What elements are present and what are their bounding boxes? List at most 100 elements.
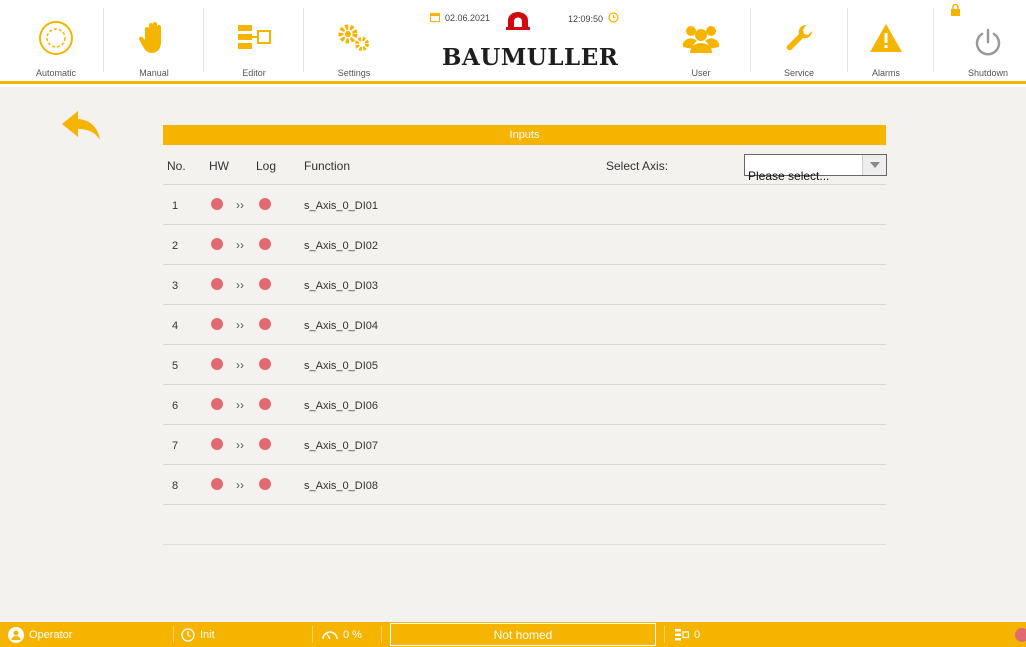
log-status-led <box>259 358 271 370</box>
divider <box>847 8 848 72</box>
double-chevron-icon: ›› <box>236 318 244 332</box>
hw-status-led <box>211 438 223 450</box>
program-count: 0 <box>675 622 700 647</box>
date-text: 02.06.2021 <box>445 13 491 23</box>
lock-icon <box>951 3 960 21</box>
table-header: No. HW Log Function Select Axis: Please … <box>163 145 887 185</box>
function-name: s_Axis_0_DI05 <box>304 360 378 372</box>
table-row-empty <box>163 505 886 545</box>
hw-status-led <box>211 478 223 490</box>
hand-icon <box>134 18 174 58</box>
row-number: 8 <box>172 480 179 492</box>
status-bar: Operator Init 0 % Not homed 0 <box>0 622 1026 647</box>
wrench-icon <box>779 18 819 58</box>
homing-status: Not homed <box>390 623 656 646</box>
axis-select-dropdown[interactable]: Please select... <box>744 154 887 183</box>
editor-icon <box>234 18 274 58</box>
log-status-led <box>259 438 271 450</box>
hw-status-led <box>211 358 223 370</box>
double-chevron-icon: ›› <box>236 238 244 252</box>
table-row: 5 ›› s_Axis_0_DI05 <box>163 345 886 385</box>
table-row: 1 ›› s_Axis_0_DI01 <box>163 185 886 225</box>
manual-label: Manual <box>139 68 169 78</box>
power-icon <box>968 22 1008 62</box>
automatic-icon <box>36 18 76 58</box>
divider <box>664 626 665 643</box>
shutdown-button[interactable]: Shutdown <box>950 0 1026 84</box>
settings-label: Settings <box>337 68 371 78</box>
double-chevron-icon: ›› <box>236 478 244 492</box>
function-name: s_Axis_0_DI06 <box>304 400 378 412</box>
clock-icon <box>608 12 619 25</box>
automatic-button[interactable]: Automatic <box>20 0 92 84</box>
row-number: 3 <box>172 280 179 292</box>
service-button[interactable]: Service <box>763 0 835 84</box>
function-name: s_Axis_0_DI08 <box>304 480 378 492</box>
hw-status-led <box>211 398 223 410</box>
operator-icon <box>8 626 24 643</box>
input-list: 1 ›› s_Axis_0_DI01 2 ›› s_Axis_0_DI02 3 ›› s_Axi… <box>163 185 886 505</box>
operator-status[interactable]: Operator <box>8 622 72 647</box>
time-text: 12:09:50 <box>568 13 604 24</box>
alarms-label: Alarms <box>871 68 900 78</box>
row-number: 1 <box>172 200 179 212</box>
top-toolbar: Automatic Manual Editor Settings 02.06.2… <box>0 0 1026 84</box>
divider <box>381 626 382 643</box>
shutdown-label: Shutdown <box>967 68 1009 78</box>
double-chevron-icon: ›› <box>236 358 244 372</box>
log-status-led <box>259 318 271 330</box>
inputs-panel: Inputs No. HW Log Function Select Axis: … <box>163 125 887 545</box>
log-status-led <box>259 398 271 410</box>
divider <box>203 8 204 72</box>
user-label: User <box>691 68 711 78</box>
table-row: 8 ›› s_Axis_0_DI08 <box>163 465 886 505</box>
warning-icon <box>866 18 906 58</box>
double-chevron-icon: ›› <box>236 438 244 452</box>
table-row: 2 ›› s_Axis_0_DI02 <box>163 225 886 265</box>
editor-label: Editor <box>242 68 266 78</box>
hw-status-led <box>211 238 223 250</box>
hw-status-led <box>211 198 223 210</box>
main-content: Inputs No. HW Log Function Select Axis: … <box>0 87 1026 622</box>
axis-select-value: Please select... <box>748 169 830 183</box>
automatic-label: Automatic <box>35 68 77 78</box>
divider <box>933 8 934 72</box>
manual-button[interactable]: Manual <box>118 0 190 84</box>
divider <box>750 8 751 72</box>
col-hw-header: HW <box>209 159 229 173</box>
alarms-button[interactable]: Alarms <box>850 0 922 84</box>
hw-status-led <box>211 318 223 330</box>
gears-icon <box>334 18 374 58</box>
status-led-indicator <box>1015 628 1026 642</box>
select-axis-label: Select Axis: <box>606 159 669 173</box>
machine-state: Init <box>181 622 215 647</box>
divider <box>303 8 304 72</box>
table-row: 3 ›› s_Axis_0_DI03 <box>163 265 886 305</box>
col-no-header: No. <box>167 159 186 173</box>
table-row: 6 ›› s_Axis_0_DI06 <box>163 385 886 425</box>
double-chevron-icon: ›› <box>236 278 244 292</box>
log-status-led <box>259 478 271 490</box>
settings-button[interactable]: Settings <box>318 0 390 84</box>
user-button[interactable]: User <box>665 0 737 84</box>
divider <box>312 626 313 643</box>
function-name: s_Axis_0_DI01 <box>304 200 378 212</box>
panel-title: Inputs <box>163 125 886 145</box>
hw-status-led <box>211 278 223 290</box>
override-status: 0 % <box>322 622 362 647</box>
col-log-header: Log <box>256 159 277 173</box>
back-button[interactable] <box>60 109 102 143</box>
function-name: s_Axis_0_DI04 <box>304 320 378 332</box>
program-count-text: 0 <box>694 628 701 641</box>
divider <box>103 8 104 72</box>
log-status-led <box>259 278 271 290</box>
function-name: s_Axis_0_DI03 <box>304 280 378 292</box>
state-text: Init <box>200 628 215 641</box>
back-arrow-icon <box>62 111 100 140</box>
row-number: 7 <box>172 440 179 452</box>
brand-header: 02.06.2021 12:09:50 BAUMULLER <box>410 0 640 84</box>
date-display: 02.06.2021 <box>430 12 490 24</box>
speedometer-icon <box>322 630 338 639</box>
table-row: 7 ›› s_Axis_0_DI07 <box>163 425 886 465</box>
editor-button[interactable]: Editor <box>218 0 290 84</box>
